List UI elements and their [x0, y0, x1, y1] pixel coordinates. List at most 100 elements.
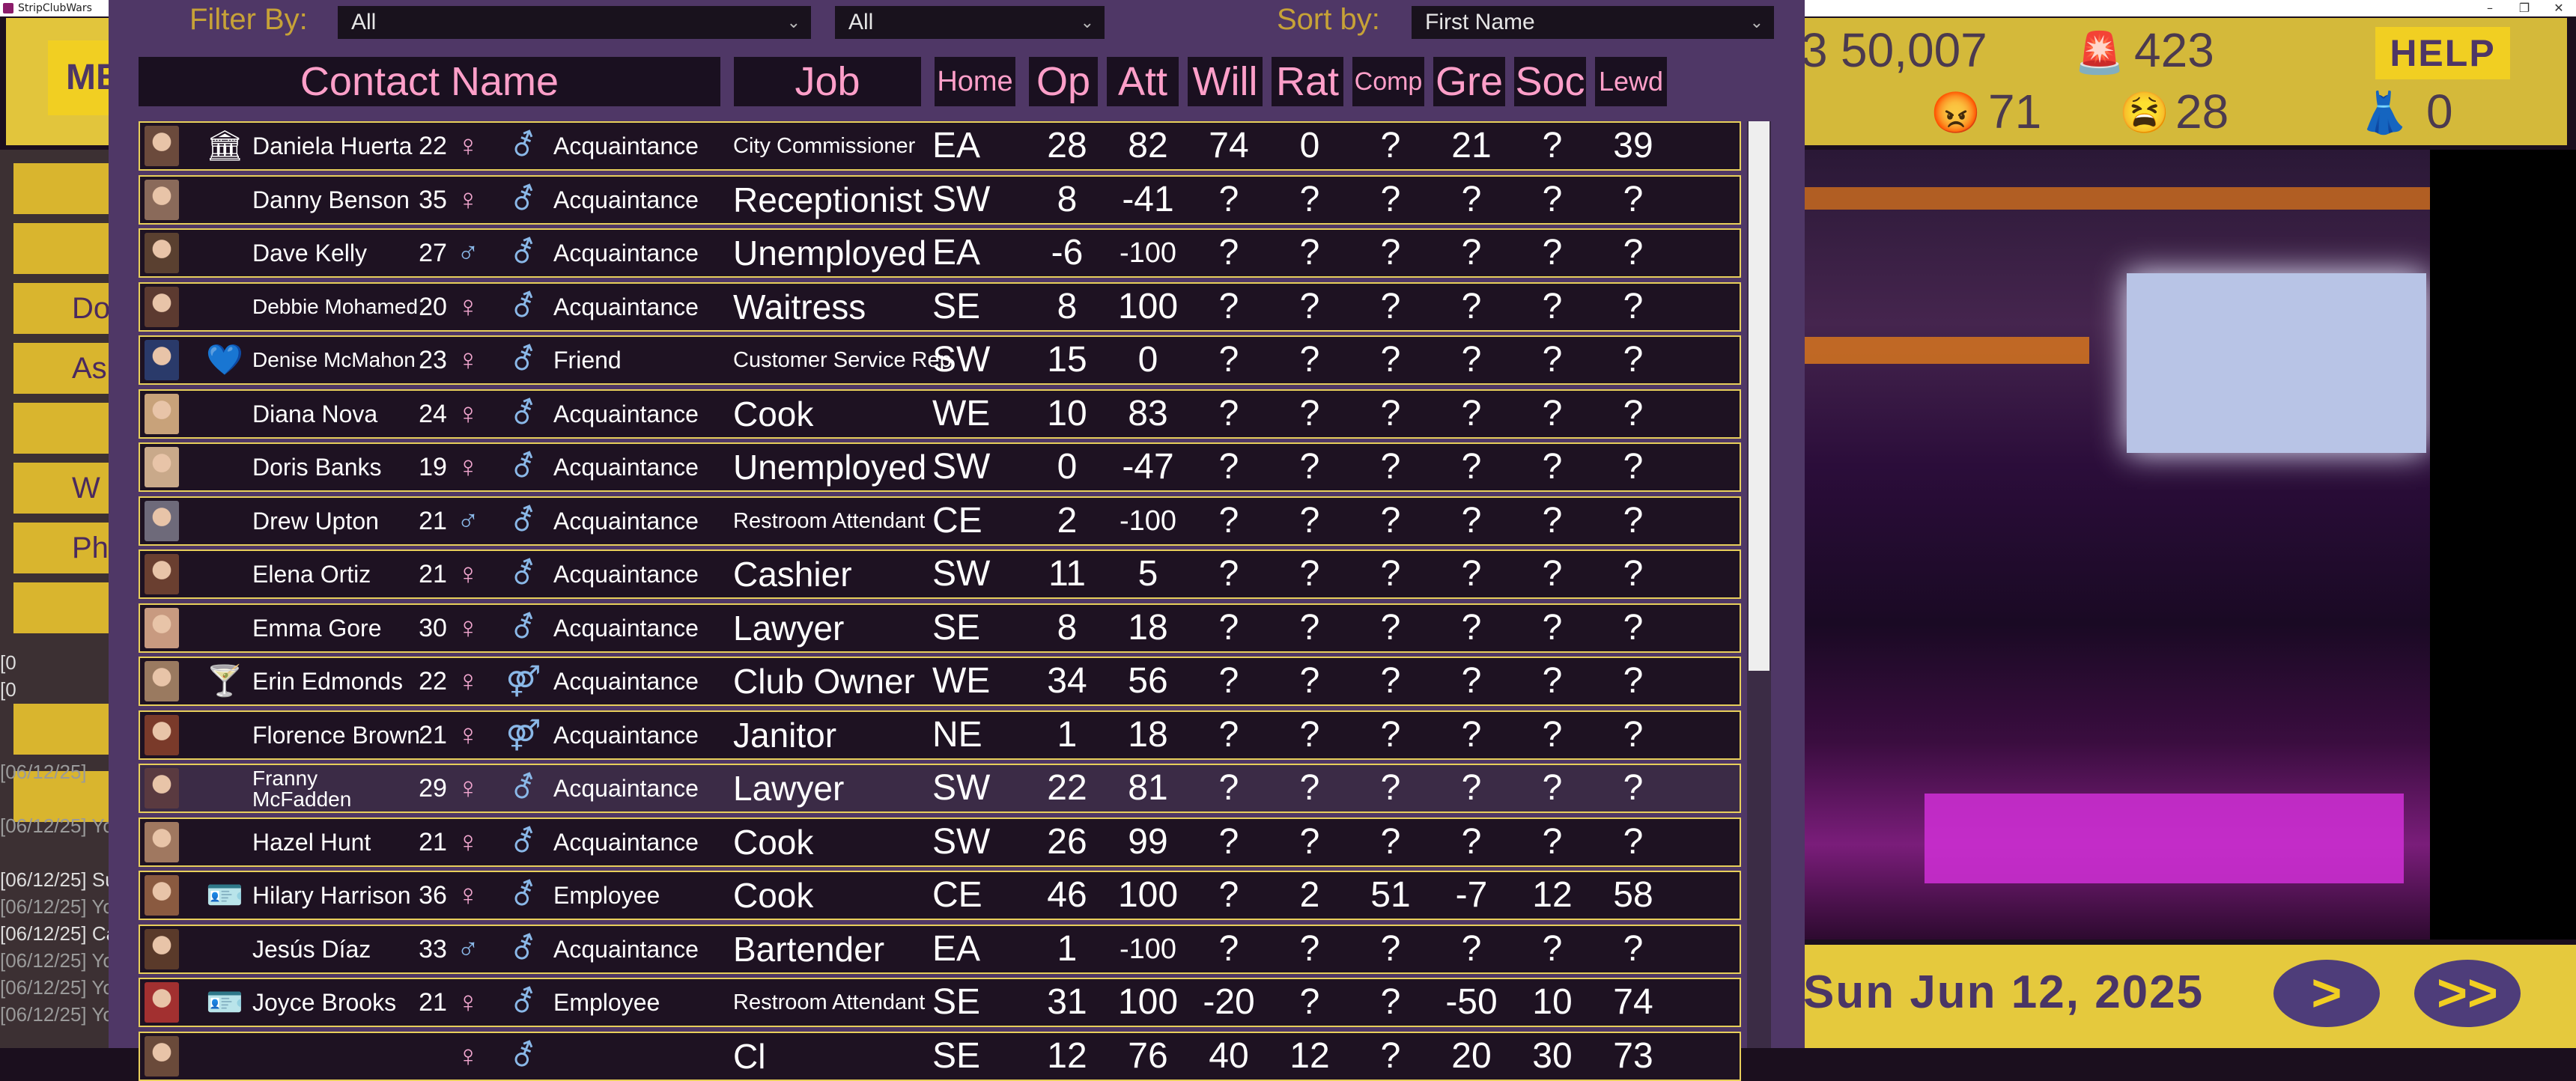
status-badge-icon: 🏛: [206, 130, 244, 162]
contact-age: 35: [419, 185, 447, 214]
stat-comp: ?: [1380, 126, 1401, 165]
avatar[interactable]: [145, 607, 179, 648]
header-comp[interactable]: Comp: [1352, 57, 1424, 106]
side-button-5[interactable]: [13, 403, 112, 454]
table-row[interactable]: Diana Nova 24 ♀ ⚦ Acquaintance Cook WE 10 83????…: [139, 389, 1741, 439]
table-row[interactable]: 💙 Denise McMahon 23 ♀ ⚦ Friend Customer Servic…: [139, 335, 1741, 385]
filter-select-2[interactable]: All ⌄: [835, 6, 1105, 39]
side-button-7[interactable]: Ph: [13, 523, 112, 573]
avatar[interactable]: [145, 179, 179, 220]
avatar[interactable]: [145, 982, 179, 1023]
table-row[interactable]: Drew Upton 21 ♂ ⚦ Acquaintance Restroom Atten…: [139, 496, 1741, 546]
header-home[interactable]: Home: [935, 57, 1015, 106]
avatar[interactable]: [145, 233, 179, 273]
avatar[interactable]: [145, 340, 179, 380]
contact-name[interactable]: Elena Ortiz: [252, 551, 413, 597]
header-rat[interactable]: Rat: [1272, 57, 1343, 106]
avatar[interactable]: [145, 768, 179, 809]
filter-select-1[interactable]: All ⌄: [338, 6, 811, 39]
table-row[interactable]: Jesús Díaz 33 ♂ ⚦ Acquaintance Bartender EA 1 -1…: [139, 924, 1741, 974]
contact-name[interactable]: Emma Gore: [252, 605, 413, 651]
stat-gre: ?: [1461, 768, 1482, 808]
header-contact-name[interactable]: Contact Name: [139, 57, 720, 106]
contact-name[interactable]: Jesús Díaz: [252, 926, 413, 972]
side-button-8[interactable]: [13, 582, 112, 633]
table-row[interactable]: Doris Banks 19 ♀ ⚦ Acquaintance Unemployed SW 0…: [139, 442, 1741, 492]
header-soc[interactable]: Soc: [1514, 57, 1586, 106]
header-job[interactable]: Job: [734, 57, 921, 106]
side-button-2[interactable]: [13, 223, 112, 274]
table-row[interactable]: Danny Benson 35 ♀ ⚦ Acquaintance Receptionist…: [139, 174, 1741, 225]
table-row[interactable]: Emma Gore 30 ♀ ⚦ Acquaintance Lawyer SE 8 18????…: [139, 603, 1741, 653]
status-badge-empty: [206, 551, 239, 597]
avatar[interactable]: [145, 554, 179, 594]
stat-will: ?: [1218, 875, 1239, 915]
avatar[interactable]: [145, 286, 179, 327]
contact-name[interactable]: [252, 1033, 413, 1080]
side-button-9[interactable]: [13, 704, 112, 755]
table-row[interactable]: Dave Kelly 27 ♂ ⚦ Acquaintance Unemployed EA -6…: [139, 228, 1741, 278]
avatar[interactable]: [145, 821, 179, 862]
table-row[interactable]: Elena Ortiz 21 ♀ ⚦ Acquaintance Cashier SW 11 5?…: [139, 549, 1741, 599]
table-row[interactable]: 🪪 Hilary Harrison 36 ♀ ⚦ Employee Cook CE 46 100?…: [139, 871, 1741, 920]
job-title: Cook: [733, 394, 814, 433]
avatar[interactable]: [145, 1035, 179, 1077]
table-row[interactable]: Florence Brown 21 ♀ ⚤ Acquaintance Janitor NE 1…: [139, 710, 1741, 760]
contact-name[interactable]: Daniela Huerta: [252, 123, 413, 169]
close-button[interactable]: ✕: [2542, 0, 2576, 16]
side-button-1[interactable]: [13, 163, 112, 214]
log-line: [06/12/25]: [0, 761, 87, 783]
header-lewd[interactable]: Lewd: [1595, 57, 1667, 106]
stat-lewd: ?: [1623, 179, 1644, 219]
contact-name[interactable]: Dave Kelly: [252, 230, 413, 276]
stat-soc: ?: [1542, 607, 1563, 648]
table-row[interactable]: ♀ ⚦ Cl SE 12 76 40 12? 20 30 73: [139, 1031, 1741, 1081]
contact-name[interactable]: Diana Nova: [252, 391, 413, 437]
minimize-button[interactable]: –: [2473, 0, 2507, 16]
stat-rat: ?: [1299, 233, 1320, 272]
contact-name[interactable]: Franny McFadden: [252, 765, 413, 814]
contact-name[interactable]: Joyce Brooks: [252, 979, 413, 1026]
contact-name[interactable]: Florence Brown: [252, 712, 420, 758]
avatar[interactable]: [145, 714, 179, 755]
job-title: Receptionist: [733, 180, 923, 219]
avatar[interactable]: [145, 393, 179, 434]
fast-forward-button[interactable]: >>: [2414, 960, 2521, 1027]
contact-name[interactable]: Drew Upton: [252, 498, 413, 544]
header-will[interactable]: Will: [1188, 57, 1263, 106]
contact-name[interactable]: Danny Benson: [252, 177, 413, 223]
avatar[interactable]: [145, 928, 179, 969]
restore-button[interactable]: ❐: [2507, 0, 2542, 16]
header-op[interactable]: Op: [1029, 57, 1098, 106]
contact-name[interactable]: Hilary Harrison: [252, 872, 413, 919]
table-row[interactable]: 🪪 Joyce Brooks 21 ♀ ⚦ Employee Restroom Attend…: [139, 978, 1741, 1027]
avatar[interactable]: [145, 661, 179, 701]
help-button[interactable]: HELP: [2375, 27, 2510, 79]
table-row[interactable]: Hazel Hunt 21 ♀ ⚦ Acquaintance Cook SW 26 99????…: [139, 817, 1741, 867]
table-row[interactable]: 🏛 Daniela Huerta 22 ♀ ⚦ Acquaintance City Comm…: [139, 121, 1741, 171]
scrollbar-thumb[interactable]: [1749, 121, 1770, 671]
menu-button[interactable]: ME: [48, 40, 120, 115]
side-button-4[interactable]: As: [13, 343, 112, 394]
stat-rat: ?: [1299, 768, 1320, 808]
contact-name[interactable]: Debbie Mohamed: [252, 284, 418, 330]
contact-name[interactable]: Denise McMahon: [252, 337, 416, 383]
table-row[interactable]: 🍸 Erin Edmonds 22 ♀ ⚤ Acquaintance Club Owner W…: [139, 657, 1741, 706]
header-gre[interactable]: Gre: [1433, 57, 1505, 106]
table-row[interactable]: Franny McFadden 29 ♀ ⚦ Acquaintance Lawyer SW 2…: [139, 764, 1741, 813]
header-att[interactable]: Att: [1107, 57, 1179, 106]
side-button-3[interactable]: Do: [13, 283, 112, 334]
contact-name[interactable]: Doris Banks: [252, 444, 413, 490]
avatar[interactable]: [145, 447, 179, 487]
contact-name[interactable]: Erin Edmonds: [252, 658, 413, 704]
avatar[interactable]: [145, 500, 179, 541]
table-row[interactable]: Debbie Mohamed 20 ♀ ⚦ Acquaintance Waitress SE…: [139, 281, 1741, 332]
stat-rat: ?: [1299, 928, 1320, 969]
stat-att: 56: [1128, 661, 1168, 701]
avatar[interactable]: [145, 126, 179, 166]
contact-name[interactable]: Hazel Hunt: [252, 819, 413, 865]
avatar[interactable]: [145, 875, 179, 916]
side-button-6[interactable]: W: [13, 463, 112, 514]
sort-select[interactable]: First Name ⌄: [1412, 6, 1774, 39]
next-day-button[interactable]: >: [2273, 960, 2380, 1027]
